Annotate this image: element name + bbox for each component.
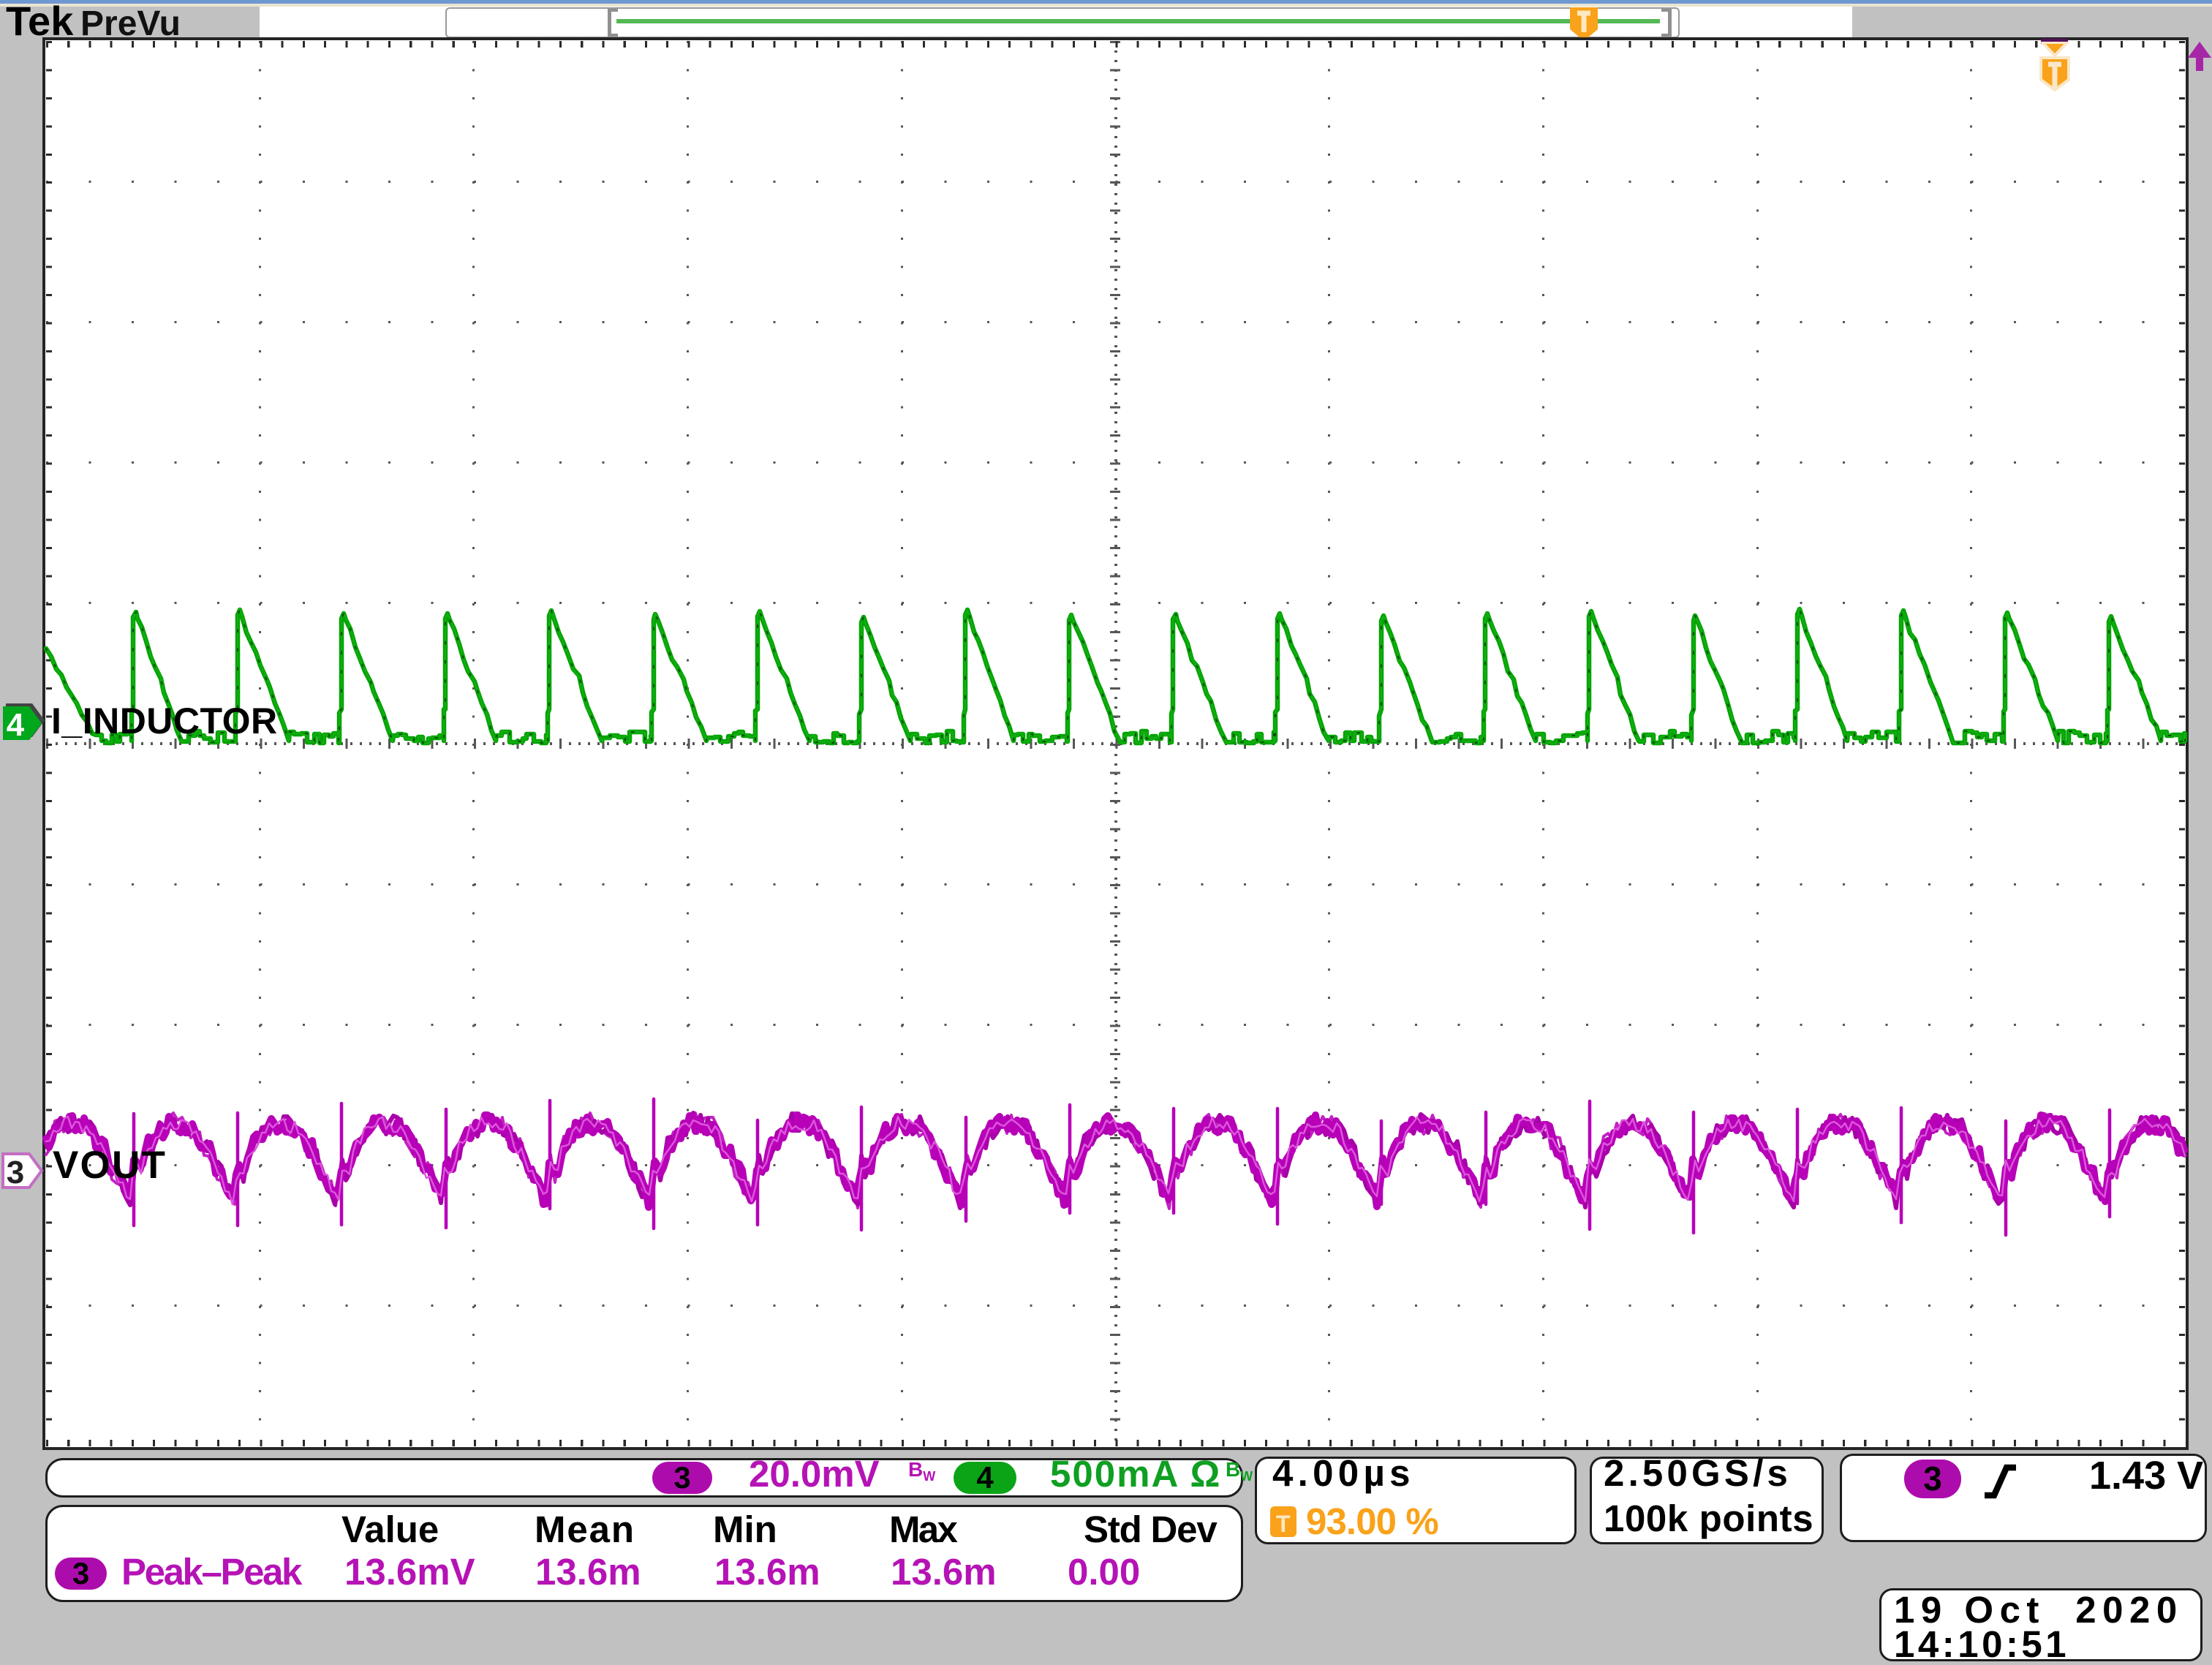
svg-text:4: 4 [7,707,25,743]
svg-text:3: 3 [7,1155,24,1190]
